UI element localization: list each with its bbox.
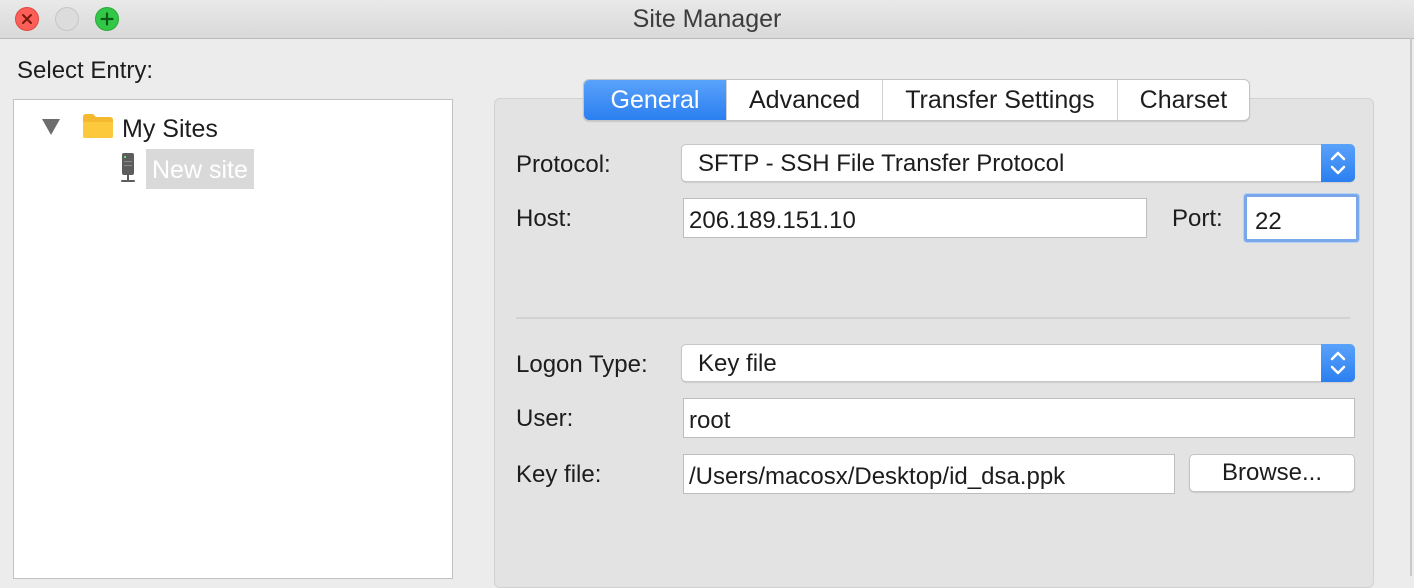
protocol-select[interactable]: SFTP - SSH File Transfer Protocol (681, 144, 1355, 182)
key-file-input[interactable]: /Users/macosx/Desktop/id_dsa.ppk (683, 454, 1175, 494)
tab-bar: General Advanced Transfer Settings Chars… (583, 79, 1251, 121)
tab-charset[interactable]: Charset (1116, 80, 1250, 120)
logon-type-value: Key file (698, 350, 777, 377)
host-label: Host: (516, 205, 573, 232)
key-file-label: Key file: (516, 461, 602, 488)
logon-type-label: Logon Type: (516, 351, 648, 378)
window-title: Site Manager (632, 5, 782, 33)
disclosure-triangle-icon[interactable] (42, 119, 60, 135)
logon-type-select[interactable]: Key file (681, 344, 1355, 382)
folder-icon (83, 114, 113, 138)
protocol-label: Protocol: (516, 151, 611, 178)
protocol-value: SFTP - SSH File Transfer Protocol (698, 150, 1065, 177)
port-value: 22 (1255, 208, 1282, 235)
host-value: 206.189.151.10 (689, 207, 856, 234)
tab-advanced[interactable]: Advanced (726, 80, 882, 120)
tree-item-new-site[interactable]: New site (146, 149, 254, 189)
server-icon (121, 153, 135, 182)
user-label: User: (516, 405, 574, 432)
tab-transfer-settings[interactable]: Transfer Settings (882, 80, 1116, 120)
chevron-updown-icon (1321, 344, 1355, 382)
section-divider (516, 317, 1350, 319)
tree-folder-my-sites[interactable]: My Sites (122, 115, 218, 144)
window-edge (1410, 38, 1412, 576)
port-input[interactable]: 22 (1244, 194, 1359, 242)
chevron-updown-icon (1321, 144, 1355, 182)
key-file-value: /Users/macosx/Desktop/id_dsa.ppk (689, 463, 1066, 490)
browse-button[interactable]: Browse... (1189, 454, 1355, 492)
title-bar: Site Manager (0, 0, 1414, 39)
site-tree[interactable]: My Sites New site (13, 99, 453, 579)
host-input[interactable]: 206.189.151.10 (683, 198, 1147, 238)
tab-general[interactable]: General (584, 80, 726, 120)
select-entry-label: Select Entry: (17, 57, 154, 84)
port-label: Port: (1172, 205, 1223, 232)
user-value: root (689, 407, 731, 434)
user-input[interactable]: root (683, 398, 1355, 438)
